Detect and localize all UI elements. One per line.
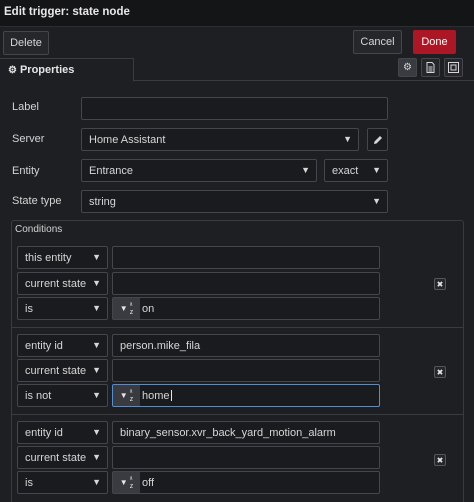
state-type-value: string [89,195,116,208]
chevron-down-icon: ▼ [92,340,101,350]
condition-compare-value: on [142,302,155,315]
chevron-down-icon: ▼ [343,134,352,144]
pencil-icon [373,135,382,144]
title-bar: Edit trigger: state node [0,0,474,27]
condition-comparator-select[interactable]: is ▼ [17,297,108,320]
close-icon: ✖ [436,455,444,465]
gear-icon: ⚙ [403,62,412,73]
remove-condition-button[interactable]: ✖ [434,454,446,466]
state-type-select[interactable]: string ▼ [81,190,388,213]
close-icon: ✖ [436,279,444,289]
remove-condition-button[interactable]: ✖ [434,366,446,378]
tab-properties-label: Properties [19,64,75,76]
string-type-button[interactable]: ▼ ᵃ z [113,298,140,319]
condition-comparator-select[interactable]: is ▼ [17,471,108,494]
chevron-down-icon: ▼ [92,252,101,262]
condition-divider [12,327,463,328]
chevron-down-icon: ▼ [92,477,101,487]
chevron-down-icon: ▼ [92,427,101,437]
done-button[interactable]: Done [413,30,456,54]
condition-compare-value: home [142,389,170,402]
chevron-down-icon: ▼ [372,165,381,175]
tab-description[interactable] [421,58,440,77]
condition-comparator-value: is not [25,389,52,402]
condition-property-select[interactable]: current state ▼ [17,272,108,295]
condition-compare-input[interactable]: ▼ ᵃ z home [112,384,380,407]
condition-target-value: entity id [25,426,63,439]
chevron-down-icon: ▼ [92,278,101,288]
condition-property-value: current state [25,364,87,377]
condition-property-value: current state [25,451,87,464]
condition-compare-input[interactable]: ▼ ᵃ z on [112,297,380,320]
remove-condition-button[interactable]: ✖ [434,278,446,290]
condition-comparator-select[interactable]: is not ▼ [17,384,108,407]
entity-match-value: exact [332,164,359,177]
edit-server-button[interactable] [367,128,388,151]
condition-property-select[interactable]: current state ▼ [17,446,108,469]
dialog-title: Edit trigger: state node [4,6,130,18]
tab-appearance[interactable] [444,58,463,77]
string-type-button[interactable]: ▼ ᵃ z [113,385,140,406]
entity-match-select[interactable]: exact ▼ [324,159,388,182]
condition-value-input[interactable]: person.mike_fila [112,334,380,357]
condition-target-value: entity id [25,339,63,352]
condition-target-select[interactable]: entity id ▼ [17,334,108,357]
chevron-down-icon: ▼ [301,165,310,175]
entity-select-value: Entrance [89,164,134,177]
condition-compare-value: off [142,476,155,489]
chevron-down-icon: ▼ [92,303,101,313]
condition-compare-input[interactable]: ▼ ᵃ z off [112,471,380,494]
gear-icon: ⚙ [8,64,17,76]
condition-comparator-value: is [25,302,33,315]
condition-property-value: current state [25,277,87,290]
server-select-value: Home Assistant [89,133,166,146]
chevron-down-icon: ▼ [92,390,101,400]
server-label: Server [12,133,45,145]
conditions-title: Conditions [15,224,63,235]
text-cursor [170,390,172,401]
tab-bar: ⚙ Properties ⚙ [0,58,474,82]
label-label: Label [12,101,39,113]
condition-value-input[interactable] [112,246,380,269]
condition-property-input[interactable] [112,359,380,382]
layout-icon [448,62,459,73]
condition-property-input[interactable] [112,446,380,469]
cancel-button[interactable]: Cancel [353,30,402,54]
chevron-down-icon: ▼ [372,196,381,206]
entity-select[interactable]: Entrance ▼ [81,159,317,182]
entity-label: Entity [12,165,40,177]
condition-target-select[interactable]: this entity ▼ [17,246,108,269]
condition-value-input[interactable]: binary_sensor.xvr_back_yard_motion_alarm [112,421,380,444]
close-icon: ✖ [436,367,444,377]
condition-property-input[interactable] [112,272,380,295]
tab-settings[interactable]: ⚙ [398,58,417,77]
document-icon [426,62,435,73]
tab-properties[interactable]: ⚙ Properties [0,58,134,82]
string-type-button[interactable]: ▼ ᵃ z [113,472,140,493]
condition-property-select[interactable]: current state ▼ [17,359,108,382]
condition-target-select[interactable]: entity id ▼ [17,421,108,444]
label-input[interactable] [81,97,388,120]
server-select[interactable]: Home Assistant ▼ [81,128,359,151]
chevron-down-icon: ▼ [92,365,101,375]
delete-button[interactable]: Delete [3,31,49,55]
condition-comparator-value: is [25,476,33,489]
state-type-label: State type [12,195,62,207]
condition-divider [12,414,463,415]
condition-target-value: this entity [25,251,72,264]
chevron-down-icon: ▼ [92,452,101,462]
